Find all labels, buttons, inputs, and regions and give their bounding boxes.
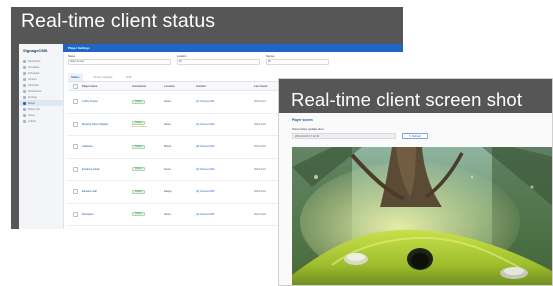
refresh-button[interactable]: ↻ Refresh	[402, 133, 428, 139]
location-cell: Seoul	[164, 212, 171, 216]
column-header-name[interactable]: Player name	[82, 85, 132, 88]
status-badge: Online	[132, 212, 145, 217]
page-title: Player Settings	[63, 44, 403, 52]
row-checkbox[interactable]	[72, 189, 78, 195]
filter-label: Status	[68, 55, 76, 58]
select-all-cell	[68, 83, 82, 89]
sidebar-nav: Dashboard Templates Schedules Content Ch…	[19, 58, 63, 124]
content-link[interactable]: [1] Channel-006	[196, 213, 254, 216]
content-link[interactable]: [1] Channel-002	[196, 123, 254, 126]
screenshot-caption-bar: Real-time client screen shot	[279, 79, 552, 113]
nav-icon	[23, 71, 26, 75]
tab-screen-capture[interactable]: Screen capture	[91, 73, 116, 81]
location-cell: Seoul	[164, 122, 171, 126]
client-status-caption: Real-time client status	[21, 10, 216, 32]
nav-icon	[23, 119, 26, 123]
content-link[interactable]: [1] Channel-001	[196, 100, 254, 103]
nav-icon	[23, 83, 26, 87]
player-screen-label: Player screen	[292, 118, 313, 122]
content-link[interactable]: [1] Channel-004	[196, 168, 254, 171]
row-checkbox-cell	[68, 211, 82, 217]
row-checkbox[interactable]	[72, 211, 78, 217]
status-filter: Status Select an item	[68, 55, 171, 69]
location-cell: Seoul	[164, 100, 171, 104]
status-select[interactable]: Select an item	[68, 59, 171, 65]
row-checkbox-cell	[68, 99, 82, 105]
status-badge: Online	[132, 189, 145, 194]
location-cell: Busan	[164, 145, 172, 149]
nav-icon	[23, 89, 26, 93]
connection-cell: Online	[132, 167, 164, 172]
refresh-icon: ↻	[408, 134, 412, 138]
connection-cell: Online	[132, 144, 164, 149]
row-checkbox-cell	[68, 121, 82, 127]
nav-icon	[23, 95, 26, 99]
connection-cell: Online Screen capture	[132, 120, 164, 128]
location-cell: Daegu	[164, 190, 172, 194]
sidebar-item-activity[interactable]: Activity	[19, 118, 63, 124]
nav-icon	[23, 77, 26, 81]
sidebar: SignageCMS Dashboard Templates Schedules…	[19, 44, 64, 229]
player-name[interactable]: Elevator Hall	[82, 190, 132, 193]
player-name[interactable]: Meeting Room Display	[82, 123, 132, 126]
nav-icon	[23, 59, 26, 63]
location-select[interactable]: All	[177, 59, 260, 65]
nav-icon	[23, 113, 26, 117]
content-link[interactable]: [3] Channel-005	[196, 190, 254, 193]
client-screenshot-panel: Real-time client screen shot Player scre…	[278, 78, 553, 286]
column-header-connection[interactable]: Connection	[132, 85, 164, 88]
nav-icon	[23, 101, 26, 105]
connection-cell: Online	[132, 189, 164, 194]
screenshot-time-field: 2021-04-02 17:12:40	[292, 133, 396, 139]
row-checkbox[interactable]	[72, 121, 78, 127]
filter-label: Location	[177, 55, 187, 58]
connection-cell: Online	[132, 212, 164, 217]
player-name[interactable]: Cafeteria	[82, 145, 132, 148]
select-all-checkbox[interactable]	[72, 83, 78, 89]
player-name[interactable]: Lobby Screen	[82, 100, 132, 103]
column-header-content[interactable]: Content	[196, 85, 254, 88]
tag-select[interactable]: All	[266, 59, 329, 65]
screenshot-time-label: Screenshot update time	[292, 127, 324, 131]
connection-cell: Online	[132, 99, 164, 104]
tab-status[interactable]: Status	[68, 73, 83, 81]
tab-edit[interactable]: Edit	[124, 73, 135, 81]
nav-icon	[23, 65, 26, 69]
player-name[interactable]: Entrance Kiosk	[82, 168, 132, 171]
app-logo: SignageCMS	[23, 48, 48, 53]
capture-note: Screen capture	[132, 125, 147, 128]
filter-label: Tag key	[266, 55, 275, 58]
location-filter: Location All	[177, 55, 260, 69]
player-screenshot-image	[292, 147, 552, 285]
content-link[interactable]: [2] Channel-003	[196, 145, 254, 148]
nav-icon	[23, 107, 26, 111]
filter-bar: Status Select an item Location All Tag k…	[63, 52, 403, 69]
status-badge: Online	[132, 99, 145, 104]
row-checkbox-cell	[68, 144, 82, 150]
tag-filter: Tag key All	[266, 55, 329, 69]
refresh-label: Refresh	[412, 134, 422, 138]
status-badge: Online	[132, 120, 145, 125]
row-checkbox[interactable]	[72, 99, 78, 105]
row-checkbox-cell	[68, 189, 82, 195]
row-checkbox[interactable]	[72, 144, 78, 150]
row-checkbox-cell	[68, 166, 82, 172]
status-badge: Online	[132, 144, 145, 149]
player-name[interactable]: Reception	[82, 213, 132, 216]
column-header-location[interactable]: Location	[164, 85, 196, 88]
row-checkbox[interactable]	[72, 166, 78, 172]
client-screenshot-caption: Real-time client screen shot	[291, 89, 523, 110]
location-cell: Seoul	[164, 167, 171, 171]
status-badge: Online	[132, 167, 145, 172]
